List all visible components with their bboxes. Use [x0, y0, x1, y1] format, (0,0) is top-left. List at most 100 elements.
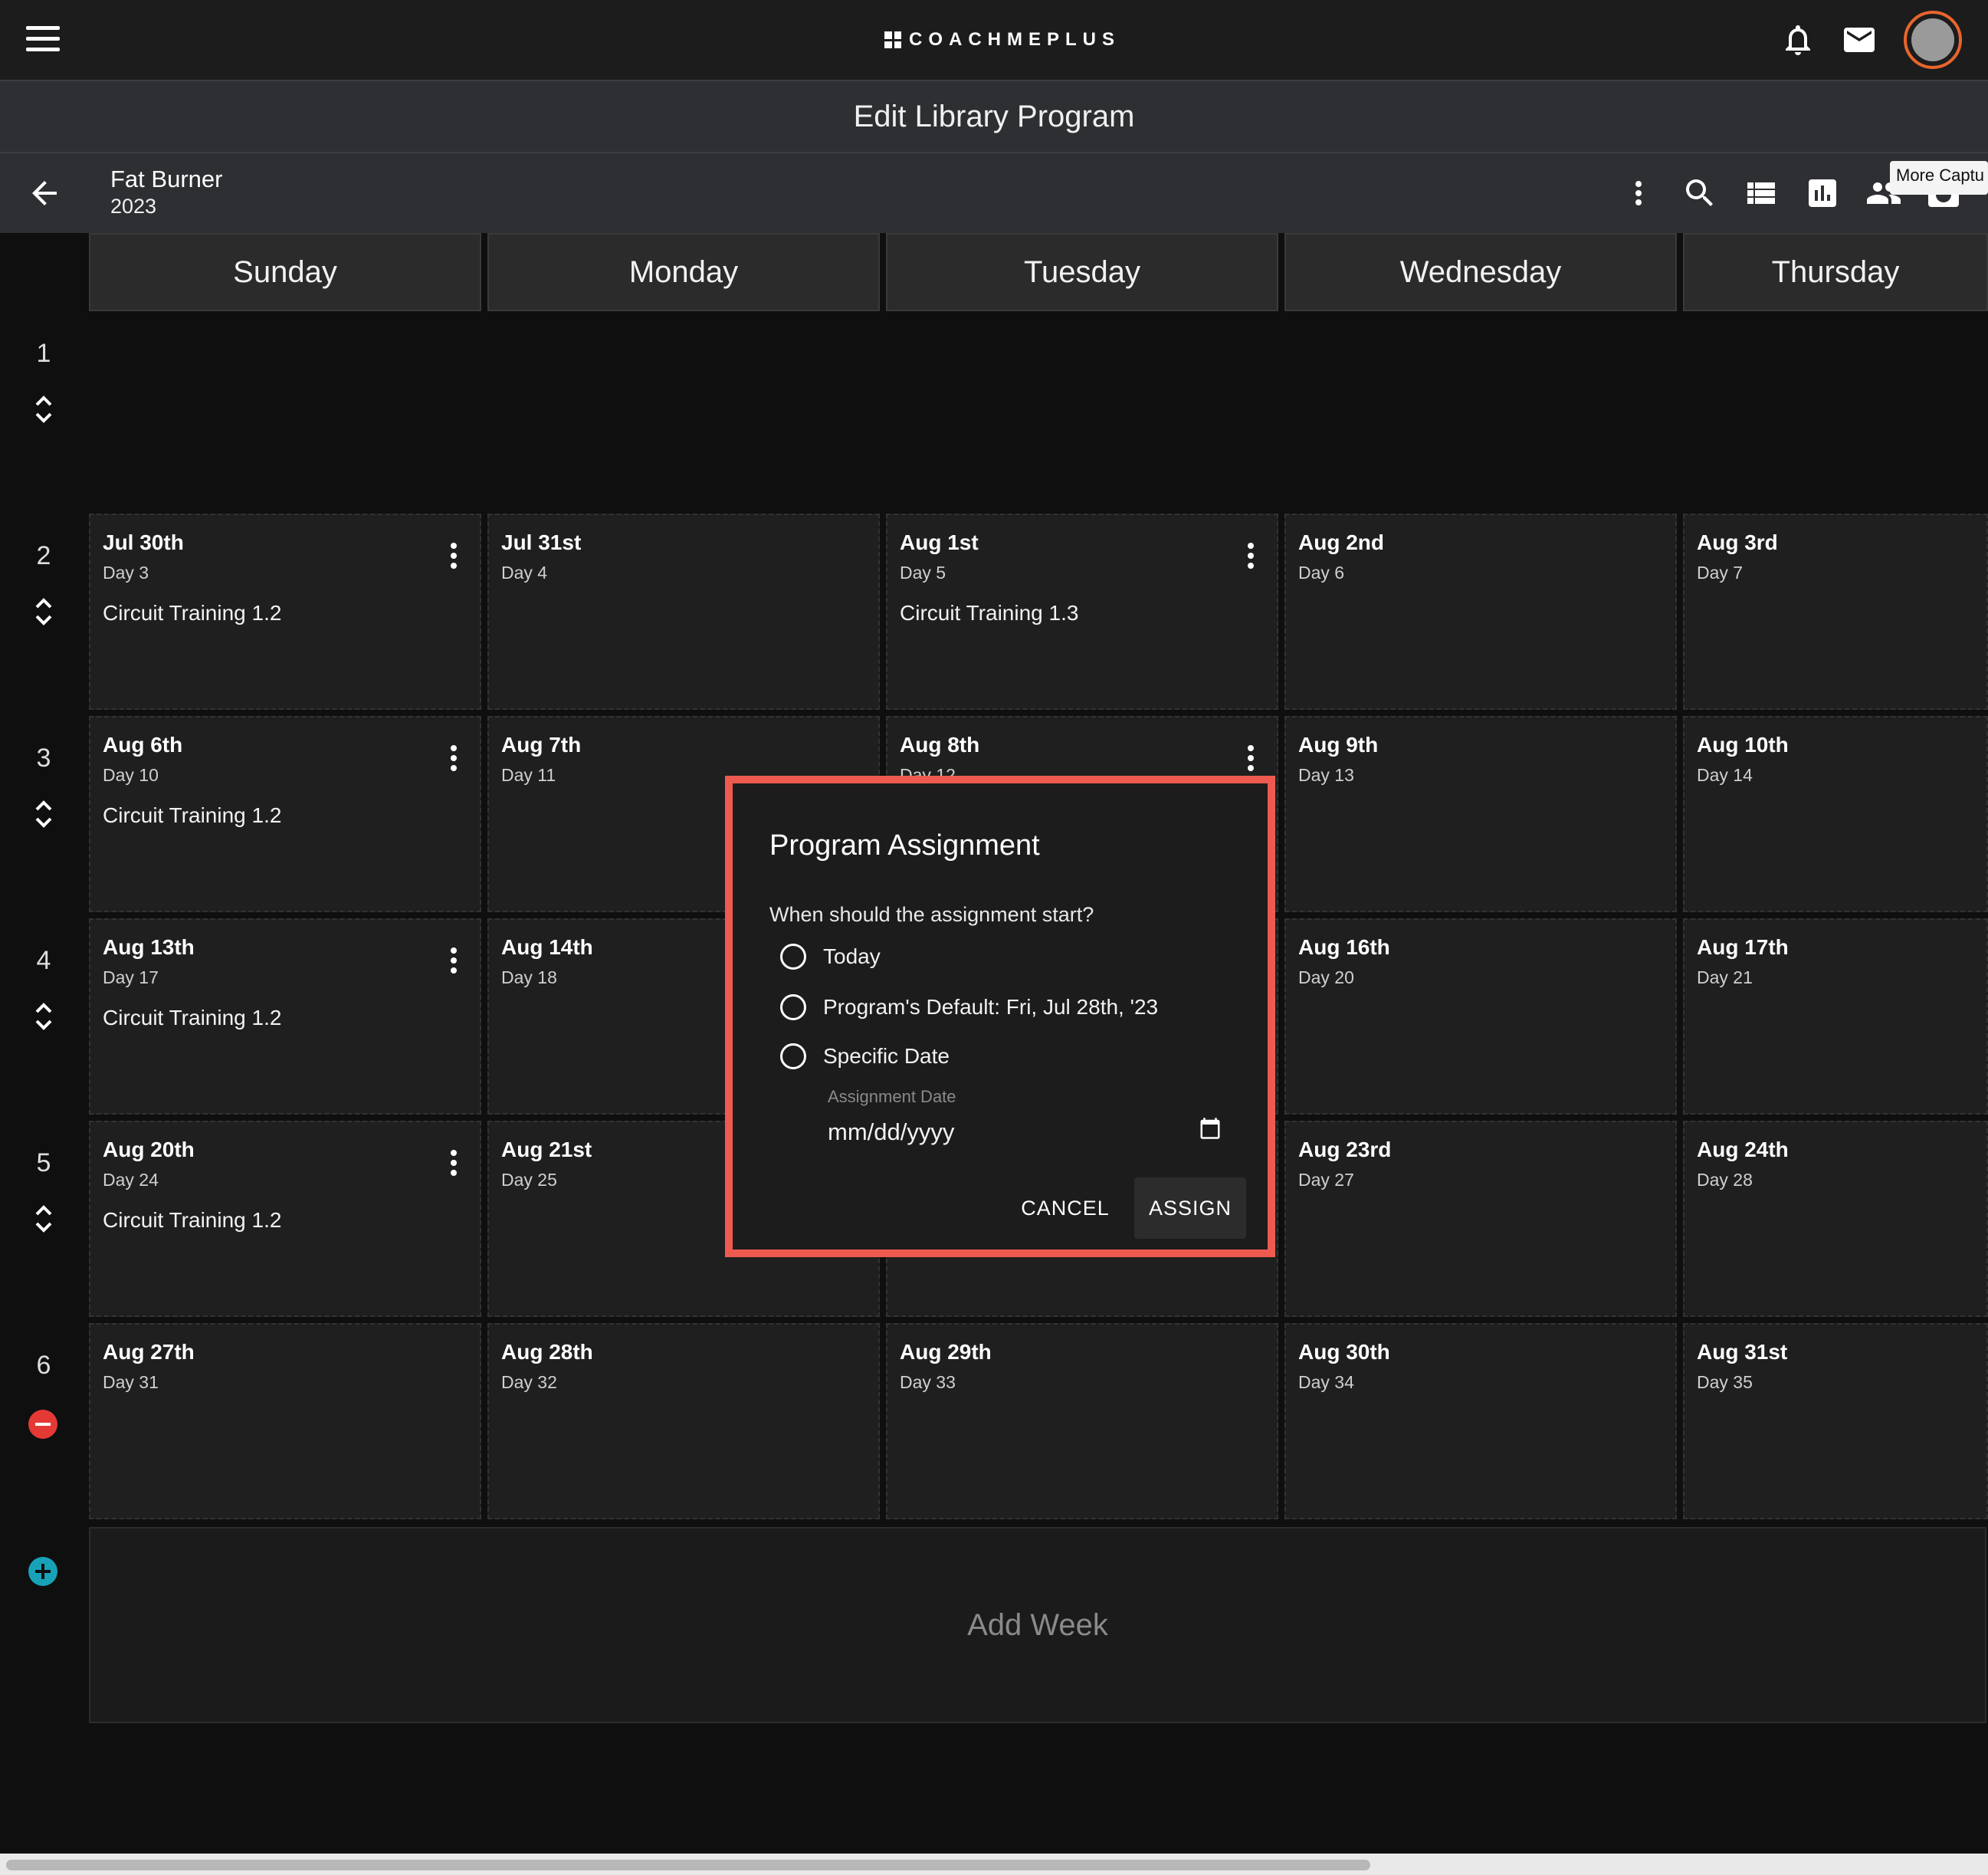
radio-circle-icon[interactable]	[780, 994, 806, 1020]
cell-day-number: Day 6	[1298, 563, 1345, 583]
reorder-week-icon[interactable]	[31, 799, 57, 829]
workout-item[interactable]: Circuit Training 1.2	[103, 1006, 281, 1030]
radio-circle-icon[interactable]	[780, 1043, 806, 1069]
cell-day-number: Day 32	[501, 1372, 557, 1392]
cell-date: Aug 13th	[103, 935, 195, 959]
tooltip: More Captu	[1890, 161, 1988, 195]
radio-today[interactable]: Today	[780, 941, 881, 972]
cell-date: Aug 24th	[1697, 1138, 1789, 1161]
cell-day-number: Day 25	[501, 1170, 557, 1190]
cell-more-vert-icon[interactable]	[1246, 543, 1255, 573]
calendar-day-cell[interactable]: Aug 29th Day 33	[886, 1323, 1278, 1519]
cell-more-vert-icon[interactable]	[1246, 745, 1255, 776]
cell-more-vert-icon[interactable]	[449, 1150, 458, 1180]
app-root: COACHMEPLUS Edit Library Program Fat Bur…	[0, 0, 1988, 1875]
calendar-icon[interactable]	[1199, 1116, 1222, 1141]
day-header-thursday: Thursday	[1683, 233, 1988, 311]
cell-date: Aug 1st	[900, 530, 979, 554]
day-header-monday: Monday	[487, 233, 880, 311]
assignment-date-input[interactable]	[828, 1113, 1242, 1151]
reorder-week-icon[interactable]	[31, 394, 57, 425]
program-year: 2023	[110, 195, 157, 218]
cell-day-number: Day 3	[103, 563, 149, 583]
radio-circle-icon[interactable]	[780, 944, 806, 970]
calendar-day-cell[interactable]: Aug 16th Day 20	[1284, 918, 1677, 1115]
program-bar: Fat Burner 2023	[0, 153, 1988, 233]
calendar-day-cell[interactable]: Aug 1st Day 5 Circuit Training 1.3	[886, 514, 1278, 710]
week-number: 5	[36, 1148, 51, 1177]
workout-item[interactable]: Circuit Training 1.3	[900, 601, 1078, 626]
workout-item[interactable]: Circuit Training 1.2	[103, 1208, 281, 1233]
dialog-title: Program Assignment	[769, 829, 1040, 862]
menu-icon[interactable]	[26, 26, 60, 54]
cell-more-vert-icon[interactable]	[449, 543, 458, 573]
calendar-day-cell[interactable]: Aug 17th Day 21	[1683, 918, 1988, 1115]
chart-icon[interactable]	[1804, 175, 1841, 212]
cell-day-number: Day 10	[103, 765, 159, 785]
more-vert-icon[interactable]	[1620, 175, 1657, 212]
calendar-day-cell[interactable]: Aug 28th Day 32	[487, 1323, 880, 1519]
radio-program-default[interactable]: Program's Default: Fri, Jul 28th, '23	[780, 992, 1158, 1023]
cell-date: Aug 9th	[1298, 733, 1379, 757]
week-number: 6	[36, 1351, 51, 1380]
calendar-day-cell[interactable]: Jul 31st Day 4	[487, 514, 880, 710]
cell-day-number: Day 17	[103, 967, 159, 987]
cell-more-vert-icon[interactable]	[449, 947, 458, 978]
cell-date: Aug 29th	[900, 1340, 992, 1364]
cell-date: Aug 14th	[501, 935, 593, 959]
calendar-day-cell[interactable]: Aug 10th Day 14	[1683, 716, 1988, 912]
cell-day-number: Day 5	[900, 563, 946, 583]
cell-day-number: Day 27	[1298, 1170, 1354, 1190]
cell-date: Aug 17th	[1697, 935, 1789, 959]
radio-label: Program's Default: Fri, Jul 28th, '23	[823, 995, 1159, 1019]
mail-icon[interactable]	[1841, 21, 1878, 58]
brand-mark-icon	[884, 31, 901, 48]
program-assignment-dialog: Program Assignment When should the assig…	[725, 776, 1275, 1257]
reorder-week-icon[interactable]	[31, 596, 57, 627]
radio-specific-date[interactable]: Specific Date	[780, 1041, 950, 1072]
add-week-icon[interactable]	[28, 1556, 58, 1587]
calendar-day-cell[interactable]: Aug 23rd Day 27	[1284, 1121, 1677, 1317]
week-number: 1	[36, 339, 51, 368]
calendar-day-cell[interactable]: Aug 24th Day 28	[1683, 1121, 1988, 1317]
remove-week-icon[interactable]	[28, 1409, 58, 1440]
horizontal-scrollbar[interactable]	[0, 1854, 1988, 1875]
cell-date: Aug 27th	[103, 1340, 195, 1364]
radio-label: Specific Date	[823, 1044, 950, 1068]
cell-more-vert-icon[interactable]	[449, 745, 458, 776]
cancel-button[interactable]: CANCEL	[1012, 1177, 1119, 1239]
search-icon[interactable]	[1681, 175, 1718, 212]
add-week-button[interactable]: Add Week	[89, 1527, 1986, 1723]
cell-day-number: Day 31	[103, 1372, 159, 1392]
cell-day-number: Day 18	[501, 967, 557, 987]
calendar-day-cell[interactable]: Aug 6th Day 10 Circuit Training 1.2	[89, 716, 481, 912]
calendar-day-cell[interactable]: Aug 13th Day 17 Circuit Training 1.2	[89, 918, 481, 1115]
calendar-day-cell[interactable]: Aug 30th Day 34	[1284, 1323, 1677, 1519]
assign-button[interactable]: ASSIGN	[1134, 1177, 1246, 1239]
week-number: 4	[36, 946, 51, 975]
reorder-week-icon[interactable]	[31, 1001, 57, 1032]
workout-item[interactable]: Circuit Training 1.2	[103, 601, 281, 626]
workout-item[interactable]: Circuit Training 1.2	[103, 803, 281, 828]
scrollbar-thumb[interactable]	[6, 1860, 1370, 1870]
reorder-week-icon[interactable]	[31, 1203, 57, 1234]
cell-day-number: Day 28	[1697, 1170, 1753, 1190]
bell-icon[interactable]	[1780, 21, 1816, 58]
calendar-day-cell[interactable]: Aug 2nd Day 6	[1284, 514, 1677, 710]
cell-day-number: Day 35	[1697, 1372, 1753, 1392]
calendar-day-cell[interactable]: Aug 27th Day 31	[89, 1323, 481, 1519]
list-icon[interactable]	[1743, 175, 1780, 212]
calendar-day-cell[interactable]: Jul 30th Day 3 Circuit Training 1.2	[89, 514, 481, 710]
radio-label: Today	[823, 944, 881, 968]
day-header-tuesday: Tuesday	[886, 233, 1278, 311]
calendar-day-cell[interactable]: Aug 31st Day 35	[1683, 1323, 1988, 1519]
back-arrow-icon[interactable]	[26, 175, 63, 212]
week-number: 2	[36, 541, 51, 570]
calendar-day-cell[interactable]: Aug 20th Day 24 Circuit Training 1.2	[89, 1121, 481, 1317]
cell-day-number: Day 20	[1298, 967, 1354, 987]
calendar-day-cell[interactable]: Aug 9th Day 13	[1284, 716, 1677, 912]
cell-day-number: Day 34	[1298, 1372, 1354, 1392]
avatar[interactable]	[1904, 11, 1962, 69]
calendar-day-cell[interactable]: Aug 3rd Day 7	[1683, 514, 1988, 710]
day-header-sunday: Sunday	[89, 233, 481, 311]
